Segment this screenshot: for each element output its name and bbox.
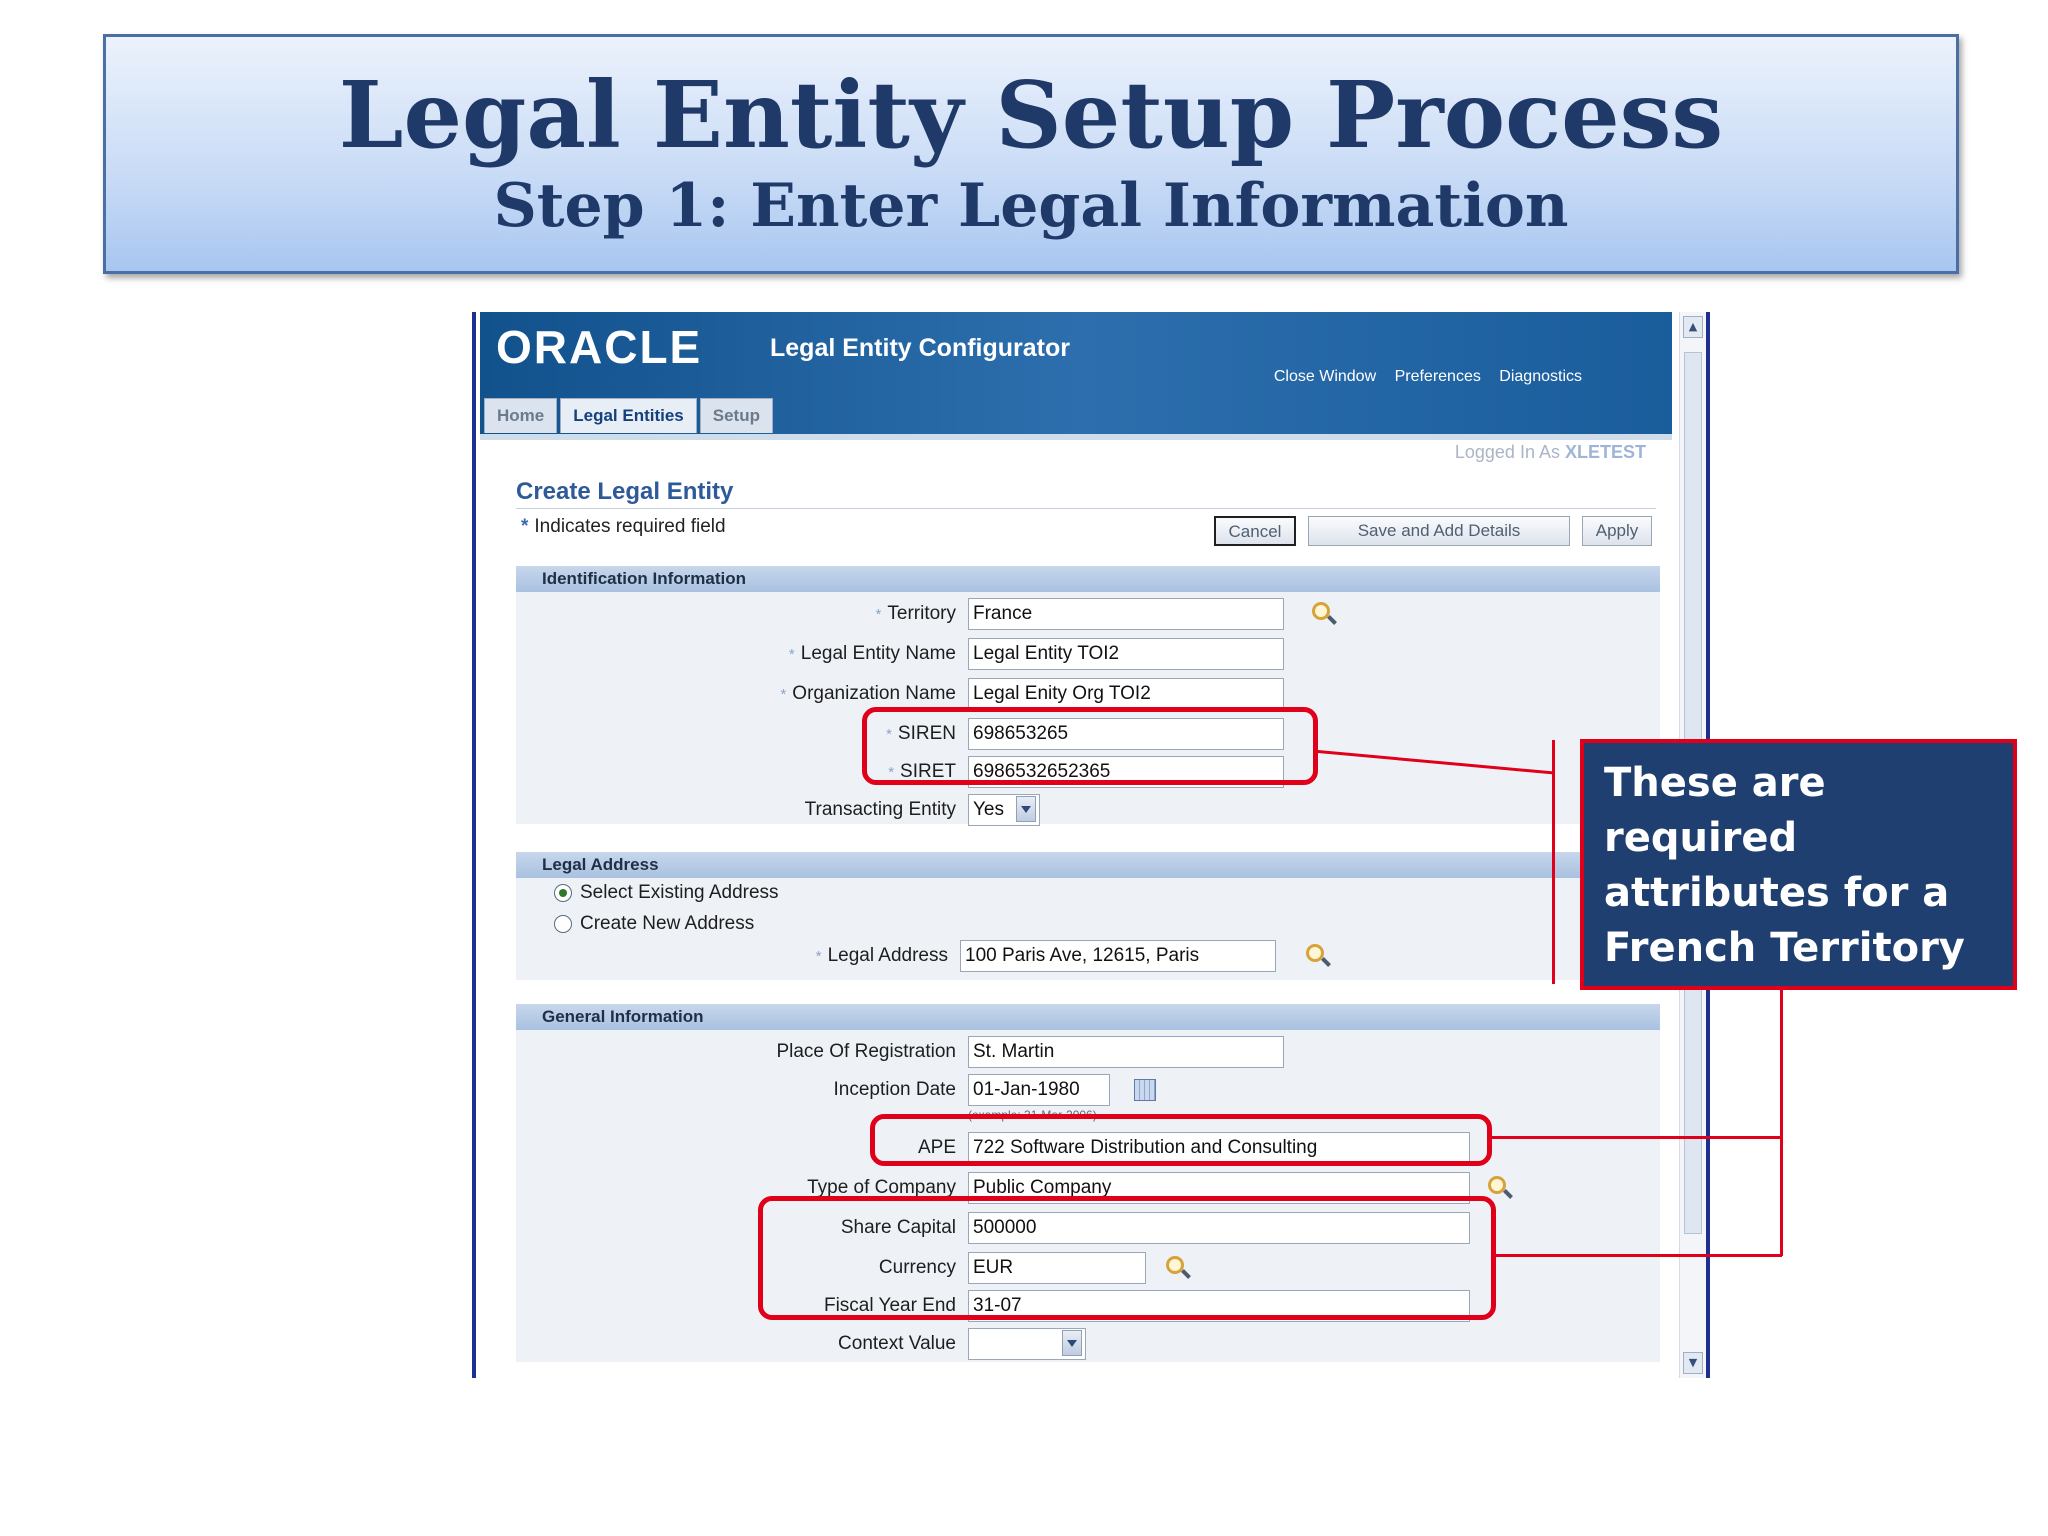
legal-entity-name-row: * Legal Entity Name Legal Entity TOI2: [516, 638, 1660, 670]
tab-home[interactable]: Home: [484, 398, 558, 433]
select-existing-address-radio[interactable]: [554, 884, 572, 902]
calendar-icon[interactable]: [1134, 1079, 1156, 1101]
context-value-label: Context Value: [838, 1333, 956, 1354]
legal-entity-name-label: * Legal Entity Name: [788, 643, 956, 664]
slide-subtitle: Step 1: Enter Legal Information: [493, 171, 1569, 241]
logged-in-status: Logged In As XLETEST: [1455, 442, 1646, 463]
select-existing-address-label: Select Existing Address: [580, 882, 779, 903]
section-header: Legal Address: [516, 852, 1660, 878]
connector-line: [1496, 1254, 1782, 1257]
title-banner: Legal Entity Setup Process Step 1: Enter…: [103, 34, 1959, 274]
save-and-add-details-button[interactable]: Save and Add Details: [1308, 516, 1570, 546]
scroll-down-icon[interactable]: ▼: [1683, 1352, 1703, 1374]
inception-date-label: Inception Date: [833, 1079, 956, 1100]
app-name: Legal Entity Configurator: [770, 334, 1070, 362]
inception-date-input[interactable]: 01-Jan-1980: [968, 1074, 1110, 1106]
context-value-row: Context Value: [516, 1328, 1660, 1360]
organization-name-row: * Organization Name Legal Enity Org TOI2: [516, 678, 1660, 710]
select-existing-address-option: Select Existing Address: [580, 877, 880, 909]
callout-box: These are required attributes for a Fren…: [1580, 739, 2017, 990]
chevron-down-icon[interactable]: [1016, 796, 1036, 822]
connector-line: [1492, 1136, 1782, 1139]
oracle-logo: ORACLE: [496, 321, 703, 373]
legal-address-row: * Legal Address 100 Paris Ave, 12615, Par…: [516, 940, 1660, 972]
header-rule: [480, 434, 1672, 440]
transacting-entity-row: Transacting Entity Yes: [516, 794, 1660, 826]
diagnostics-link[interactable]: Diagnostics: [1499, 368, 1582, 385]
tab-bar: Home Legal Entities Setup: [484, 398, 776, 434]
legal-address-input[interactable]: 100 Paris Ave, 12615, Paris: [960, 940, 1276, 972]
connector-line: [1552, 740, 1555, 984]
create-new-address-option: Create New Address: [580, 908, 880, 940]
chevron-down-icon[interactable]: [1062, 1330, 1082, 1356]
search-icon[interactable]: [1488, 1176, 1506, 1194]
capital-fiscal-highlight: [758, 1196, 1496, 1320]
cancel-button[interactable]: Cancel: [1214, 516, 1296, 546]
connector-line: [1780, 990, 1783, 1256]
tab-legal-entities[interactable]: Legal Entities: [560, 398, 697, 433]
place-of-registration-label: Place Of Registration: [776, 1041, 956, 1062]
preferences-link[interactable]: Preferences: [1395, 368, 1481, 385]
app-header: ORACLE Legal Entity Configurator Close W…: [480, 312, 1672, 434]
search-icon[interactable]: [1306, 944, 1324, 962]
scroll-up-icon[interactable]: ▲: [1683, 316, 1703, 338]
section-header: Identification Information: [516, 566, 1660, 592]
slide-title: Legal Entity Setup Process: [338, 61, 1724, 169]
required-note: * Indicates required field: [521, 516, 726, 538]
global-links: Close Window Preferences Diagnostics: [1260, 368, 1582, 386]
close-window-link[interactable]: Close Window: [1274, 368, 1376, 385]
organization-name-label: * Organization Name: [780, 683, 956, 704]
legal-entity-name-input[interactable]: Legal Entity TOI2: [968, 638, 1284, 670]
required-star-icon: *: [521, 516, 529, 537]
siren-siret-highlight: [862, 707, 1318, 785]
logged-in-user: XLETEST: [1564, 442, 1646, 462]
apply-button[interactable]: Apply: [1582, 516, 1652, 546]
logged-in-label: Logged In As: [1454, 442, 1560, 462]
tab-setup[interactable]: Setup: [699, 398, 773, 433]
place-of-registration-row: Place Of Registration St. Martin: [516, 1036, 1660, 1068]
legal-address-label: * Legal Address: [815, 945, 948, 966]
section-header: General Information: [516, 1004, 1660, 1030]
territory-row: * Territory France: [516, 598, 1660, 630]
territory-input[interactable]: France: [968, 598, 1284, 630]
create-new-address-radio[interactable]: [554, 915, 572, 933]
page-title: Create Legal Entity: [516, 478, 1656, 509]
transacting-entity-label: Transacting Entity: [804, 799, 956, 820]
territory-label: * Territory: [875, 603, 956, 624]
ape-highlight: [870, 1114, 1492, 1166]
place-of-registration-input[interactable]: St. Martin: [968, 1036, 1284, 1068]
search-icon[interactable]: [1312, 602, 1330, 620]
create-new-address-label: Create New Address: [580, 913, 755, 934]
organization-name-input[interactable]: Legal Enity Org TOI2: [968, 678, 1284, 710]
required-note-text: Indicates required field: [534, 516, 726, 537]
inception-date-row: Inception Date 01-Jan-1980: [516, 1074, 1660, 1106]
